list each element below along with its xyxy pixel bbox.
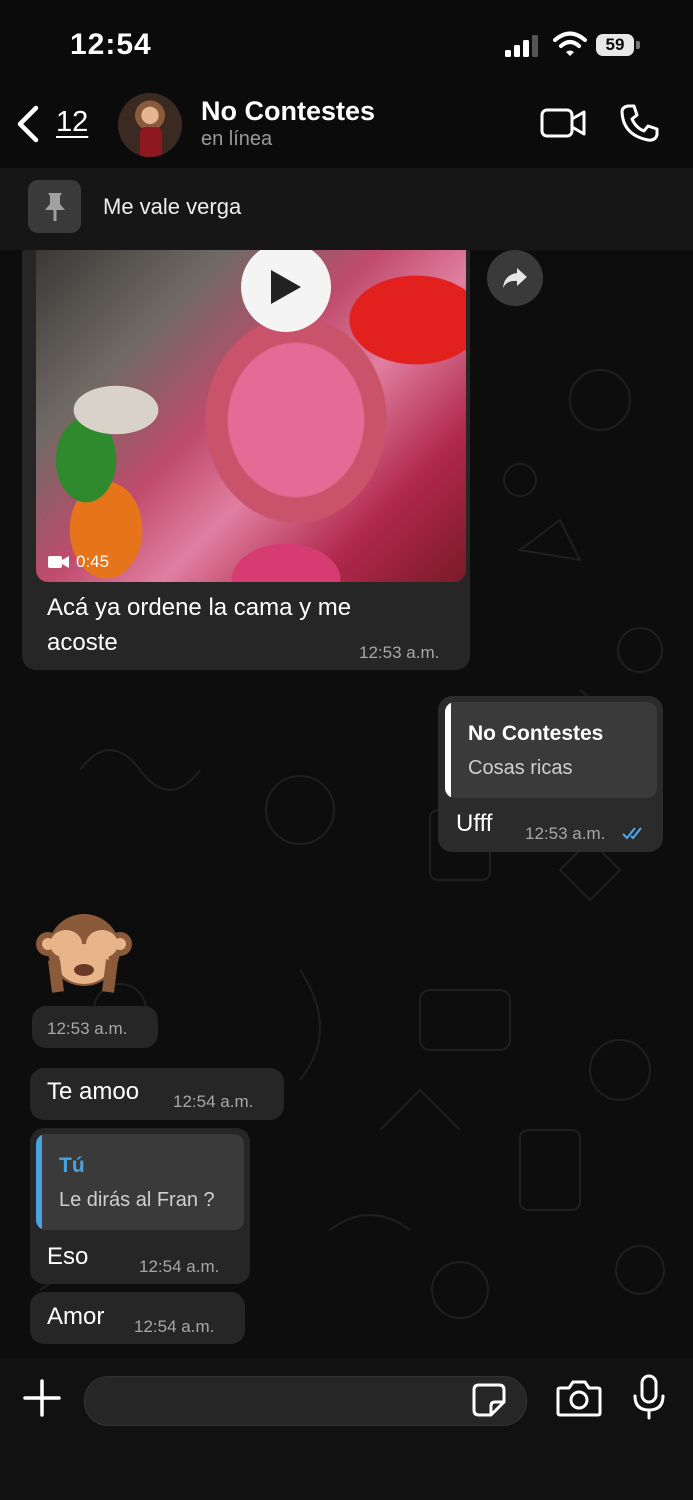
message-time: 12:54 a.m. — [139, 1257, 220, 1276]
video-thumbnail[interactable]: 0:45 — [36, 250, 466, 582]
duration-text: 0:45 — [76, 552, 110, 571]
quote-author: Tú — [59, 1154, 85, 1177]
quote-bar — [36, 1134, 42, 1230]
contact-name[interactable]: No Contestes — [201, 96, 375, 127]
status-bar: 12:54 59 — [0, 0, 693, 88]
play-button[interactable] — [241, 250, 331, 332]
forward-button[interactable] — [487, 250, 543, 306]
message-text: Eso — [47, 1243, 89, 1270]
quote-author: No Contestes — [468, 722, 604, 745]
message-time: 12:54 a.m. — [173, 1092, 254, 1111]
battery-nub — [636, 41, 640, 49]
unread-count[interactable]: 12 — [56, 106, 88, 139]
battery-icon: 59 — [596, 34, 642, 58]
battery-level: 59 — [596, 34, 634, 56]
see-no-evil-monkey-emoji[interactable] — [36, 900, 132, 996]
pinned-text: Me vale verga — [103, 194, 242, 219]
video-camera-icon[interactable] — [540, 106, 586, 140]
message-time: 12:53 a.m. — [525, 824, 606, 843]
message-time: 12:53 a.m. — [359, 643, 440, 662]
avatar-figure — [140, 127, 162, 157]
pinned-message-banner[interactable]: Me vale verga — [0, 168, 693, 251]
quote-text: Cosas ricas — [468, 757, 573, 779]
message-time: 12:54 a.m. — [134, 1317, 215, 1336]
chat-area[interactable]: 0:45 Acá ya ordene la cama y me acoste 1… — [0, 250, 693, 1358]
quote-bar — [445, 702, 451, 798]
status-time: 12:54 — [70, 28, 152, 61]
video-small-icon — [48, 556, 69, 568]
chevron-left-icon[interactable] — [14, 104, 42, 144]
quoted-message[interactable]: No Contestes Cosas ricas — [445, 702, 657, 798]
avatar[interactable] — [118, 93, 182, 157]
quoted-message[interactable]: Tú Le dirás al Fran ? — [36, 1134, 244, 1230]
chat-header: 12 No Contestes en línea — [0, 88, 693, 168]
microphone-icon[interactable] — [632, 1374, 666, 1420]
quote-text: Le dirás al Fran ? — [59, 1189, 215, 1211]
message-text: Amor — [47, 1303, 105, 1330]
wifi-icon — [553, 31, 587, 56]
phone-icon[interactable] — [619, 103, 659, 143]
message-time: 12:53 a.m. — [47, 1019, 128, 1038]
pin-icon — [28, 180, 81, 233]
read-receipt-icon — [622, 827, 642, 840]
video-duration: 0:45 — [48, 552, 109, 572]
contact-status: en línea — [201, 128, 273, 150]
message-text: Ufff — [456, 810, 493, 837]
message-text: Te amoo — [47, 1078, 140, 1105]
message-text: Acá ya ordene la cama y me — [47, 594, 352, 621]
message-input-bar — [0, 1358, 693, 1500]
message-input[interactable] — [84, 1376, 527, 1426]
camera-icon[interactable] — [556, 1378, 602, 1418]
sticker-icon[interactable] — [471, 1382, 507, 1418]
signal-icon — [505, 35, 538, 57]
plus-icon[interactable] — [22, 1378, 62, 1418]
message-text: acoste — [47, 629, 118, 656]
